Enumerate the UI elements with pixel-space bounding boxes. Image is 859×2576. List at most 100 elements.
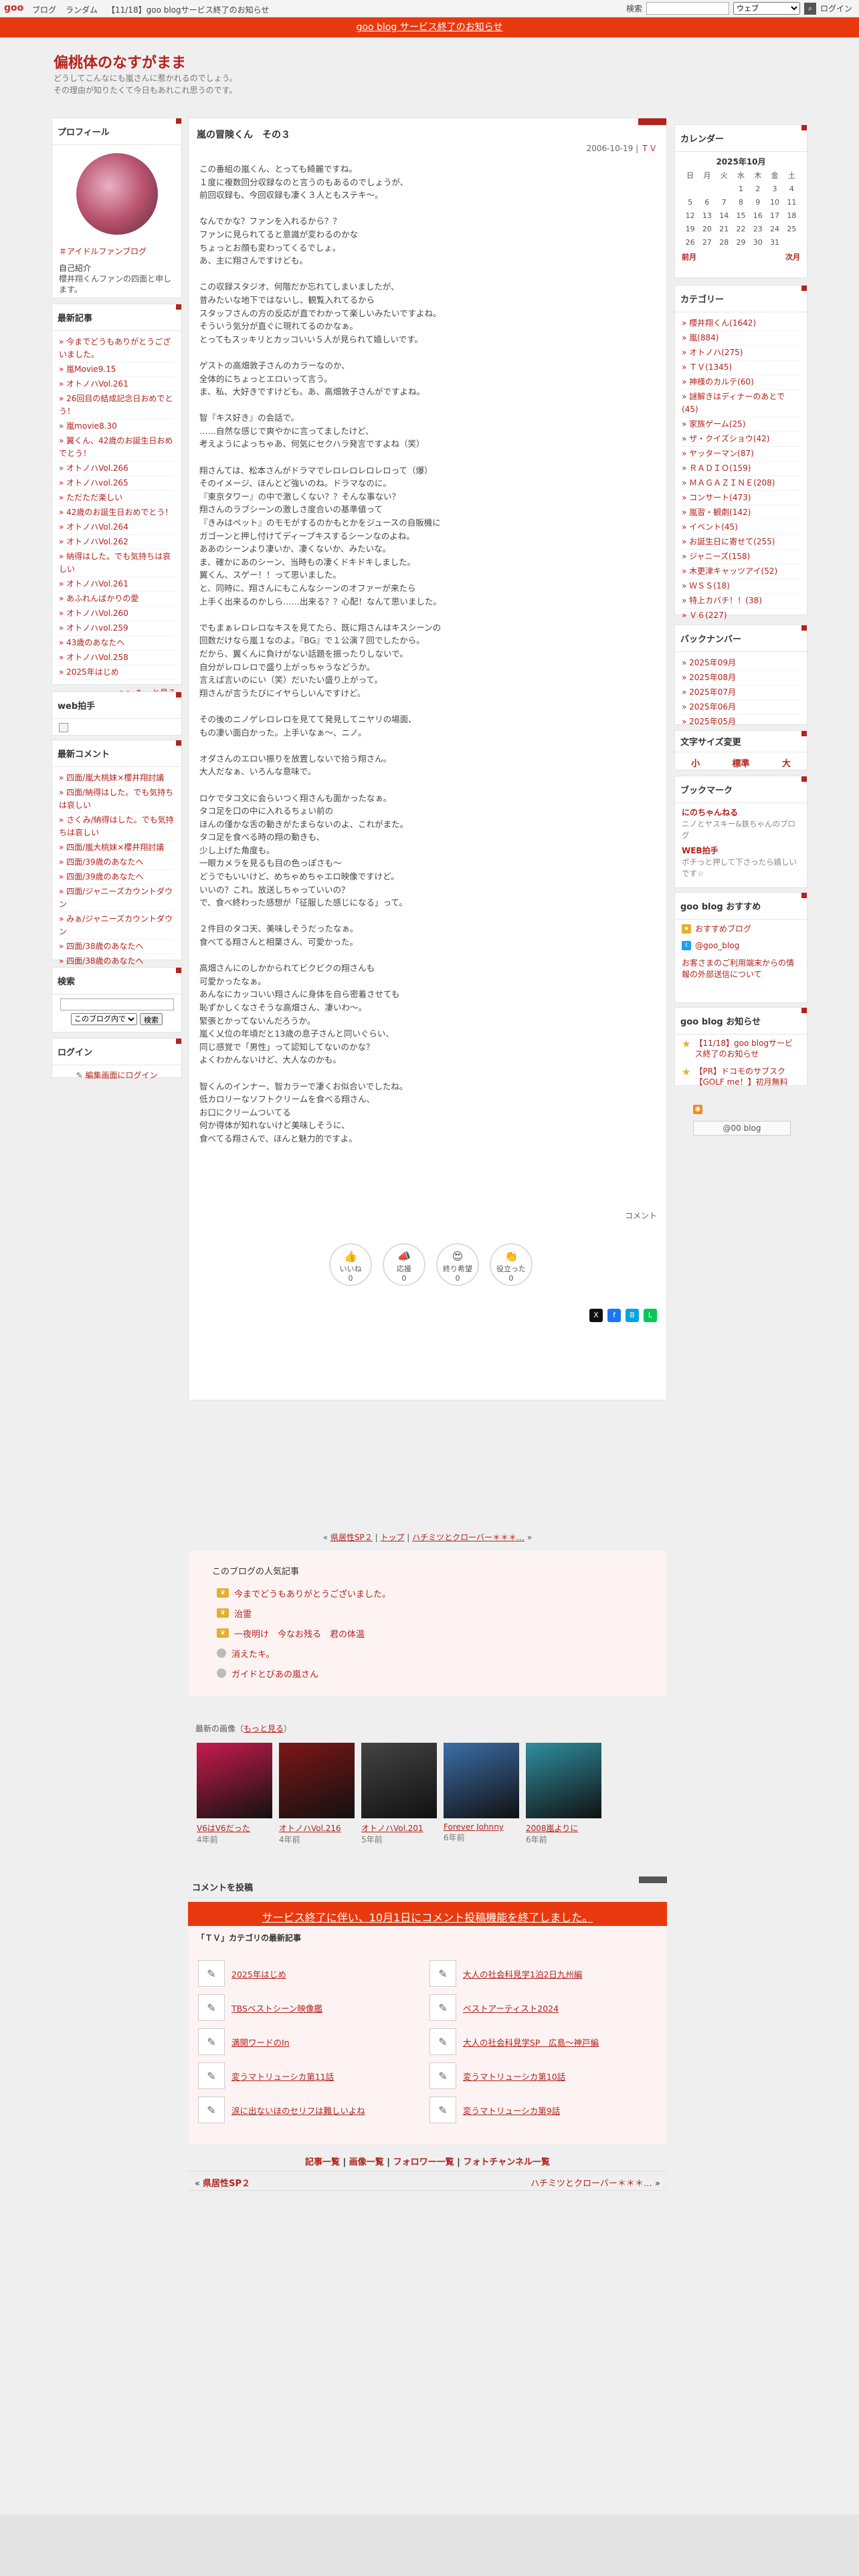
recommend-blog-link[interactable]: おすすめブログ (695, 923, 751, 934)
category-recent-link[interactable]: ベストアーティスト2024 (463, 2002, 559, 2014)
profile-tag-link[interactable]: ＃アイドルファンブログ (59, 245, 175, 257)
popular-link[interactable]: 治霊 (234, 1607, 252, 1620)
all-posts-link[interactable]: 記事一覧 (305, 2157, 340, 2167)
image-thumb[interactable]: V6はV6だった 4年前 (197, 1743, 272, 1845)
category-link[interactable]: コンサート(473) (682, 493, 751, 502)
recent-post-link[interactable]: 26回目の結成記念日おめでとう！ (59, 394, 173, 416)
image-thumb[interactable]: オトノハVol.201 5年前 (361, 1743, 437, 1845)
more-images-link[interactable]: もっと見る (244, 1724, 284, 1733)
thumbnail-image[interactable] (197, 1743, 272, 1818)
category-link[interactable]: 神様のカルテ(60) (682, 377, 754, 387)
recent-post-link[interactable]: オトノハVol.266 (59, 463, 128, 473)
category-link[interactable]: ザ・クイズショウ(42) (682, 434, 769, 443)
x-share-icon[interactable]: X (589, 1309, 603, 1322)
category-link[interactable]: 櫻井翔くん(1642) (682, 318, 756, 328)
recent-post-link[interactable]: オトノハVol.261 (59, 579, 128, 588)
category-link[interactable]: ヤッターマン(87) (682, 449, 754, 458)
goo-blog-footer-logo[interactable]: @00 blog (693, 1121, 791, 1136)
reaction-like[interactable]: 👍 いいね 0 (329, 1243, 372, 1286)
prev-entry-link[interactable]: 県居性SP２ (330, 1533, 373, 1542)
recent-post-link[interactable]: オトノハVol.260 (59, 609, 128, 618)
entry-title[interactable]: 嵐の冒険くん その３ (197, 128, 290, 141)
recent-post-link[interactable]: オトノハVol.261 (59, 379, 128, 389)
category-link[interactable]: オトノハ(275) (682, 348, 743, 357)
category-link[interactable]: ＴＶ(1345) (682, 362, 732, 372)
webclap-image-icon[interactable] (59, 723, 68, 732)
backnumber-link[interactable]: 2025年07月 (682, 687, 736, 697)
recent-comment-link[interactable]: 四面/38歳のあなたへ (59, 942, 143, 951)
recent-post-link[interactable]: オトノハVol.264 (59, 522, 128, 532)
recent-comment-link[interactable]: 四面/39歳のあなたへ (59, 857, 143, 867)
popular-link[interactable]: 消えたキ。 (231, 1647, 274, 1660)
font-large-button[interactable]: 大 (782, 756, 791, 769)
recent-post-link[interactable]: 嵐Movie9.15 (59, 364, 116, 374)
all-images-link[interactable]: 画像一覧 (349, 2157, 384, 2167)
thumbnail-image[interactable] (526, 1743, 601, 1818)
recent-comment-link[interactable]: さくみ/納得はした。でも気持ちは哀しい (59, 815, 174, 837)
bottom-next-link[interactable]: ハチミツとクローバー＊＊＊… (531, 2179, 652, 2189)
thumbnail-title[interactable]: 2008嵐よりに (526, 1822, 601, 1834)
news-pr-link[interactable]: 【PR】ドコモのサブスク【GOLF me！】初月無料 (694, 1066, 800, 1087)
bookmark-webclap-link[interactable]: WEB拍手 (682, 845, 800, 857)
reaction-helpful[interactable]: 👏 役立った 0 (490, 1243, 533, 1286)
recent-post-link[interactable]: 納得はした。でも気持ちは哀しい (59, 552, 171, 574)
blog-title[interactable]: 偏桃体のなすがまま (54, 51, 186, 72)
backnumber-link[interactable]: 2025年05月 (682, 717, 736, 726)
recent-post-link[interactable]: 翼くん、42歳のお誕生日おめでとう！ (59, 436, 173, 458)
category-link[interactable]: 謎解きはディナーのあとで(45) (682, 392, 785, 414)
recent-post-link[interactable]: 嵐movie8.30 (59, 421, 117, 431)
search-icon[interactable]: ⌕ (803, 2, 816, 15)
recent-post-link[interactable]: ただただ楽しい (59, 493, 122, 502)
recent-comment-link[interactable]: 四面/38歳のあなたへ (59, 956, 143, 966)
recent-post-link[interactable]: 42歳のお誕生日おめでとう！ (59, 508, 173, 517)
thumbnail-title[interactable]: オトノハVol.216 (279, 1822, 355, 1834)
category-link[interactable]: 特上カバチ！！(38) (682, 596, 762, 605)
recent-comment-link[interactable]: 四面/39歳のあなたへ (59, 872, 143, 881)
admin-login-link[interactable]: 編集画面にログイン (85, 1071, 157, 1080)
image-thumb[interactable]: 2008嵐よりに 6年前 (526, 1743, 601, 1845)
recent-comment-link[interactable]: 四面/ジャニーズカウントダウン (59, 887, 173, 909)
category-link[interactable]: 家族ゲーム(25) (682, 419, 745, 429)
entry-category-link[interactable]: ＴＶ (641, 144, 657, 153)
category-link[interactable]: Ｖ６(227) (682, 611, 727, 620)
thumbnail-title[interactable]: Forever Johnny (444, 1822, 519, 1832)
recent-comment-link[interactable]: 四面/納得はした。でも気持ちは哀しい (59, 788, 173, 810)
category-recent-link[interactable]: 涙に出ないほのセリフは難しいよね (231, 2104, 365, 2117)
recent-post-link[interactable]: オトノハVol.262 (59, 537, 128, 546)
next-entry-link[interactable]: ハチミツとクローバー＊＊＊… (412, 1533, 524, 1542)
font-standard-button[interactable]: 標準 (732, 756, 749, 769)
category-recent-link[interactable]: 大人の社会科見学SP 広島〜神戸編 (463, 2036, 599, 2048)
rss-icon[interactable]: ◉ (693, 1105, 702, 1114)
category-recent-link[interactable]: 変うマトリューシカ第9話 (463, 2104, 560, 2117)
category-link[interactable]: ＲＡＤＩＯ(159) (682, 463, 751, 473)
category-link[interactable]: 嵐習・観劇(142) (682, 508, 751, 517)
category-link[interactable]: イベント(45) (682, 522, 738, 532)
image-thumb[interactable]: オトノハVol.216 4年前 (279, 1743, 355, 1845)
line-share-icon[interactable]: L (644, 1309, 657, 1322)
image-thumb[interactable]: Forever Johnny 6年前 (444, 1743, 519, 1845)
reaction-cheer[interactable]: 📣 応援 0 (383, 1243, 425, 1286)
category-link[interactable]: 嵐(884) (682, 333, 719, 342)
hatena-share-icon[interactable]: B (626, 1309, 639, 1322)
backnumber-link[interactable]: 2025年06月 (682, 702, 736, 712)
category-recent-link[interactable]: 大人の社会科見学1泊2日九州編 (463, 1967, 582, 1980)
search-scope-select[interactable]: ウェブ (733, 2, 800, 15)
recent-comment-link[interactable]: 四面/嵐大桃妹×櫻井翔討議 (59, 773, 164, 782)
backnumber-link[interactable]: 2025年09月 (682, 658, 736, 667)
recent-post-link[interactable]: 今までどうもありがとうございました。 (59, 337, 171, 359)
category-link[interactable]: ジャニーズ(158) (682, 552, 750, 561)
backnumber-link[interactable]: 2025年08月 (682, 673, 736, 682)
comment-closed-link[interactable]: サービス終了に伴い、10月1日にコメント投稿機能を終了しました。 (262, 1911, 593, 1924)
facebook-share-icon[interactable]: f (607, 1309, 621, 1322)
nav-random[interactable]: ランダム (66, 4, 98, 15)
news-service-end-link[interactable]: 【11/18】goo blogサービス終了のお知らせ (694, 1038, 800, 1059)
nav-service-end[interactable]: 【11/18】goo blogサービス終了のお知らせ (107, 4, 269, 15)
recent-comment-link[interactable]: みぁ/ジャニーズカウントダウン (59, 914, 173, 936)
goo-logo[interactable]: goo (4, 3, 23, 13)
recent-post-link[interactable]: あふれんばかりの愛 (59, 594, 138, 603)
recent-post-link[interactable]: オトノハvol.259 (59, 623, 128, 633)
blog-search-scope[interactable]: このブログ内で (71, 1013, 137, 1025)
category-link[interactable]: お誕生日に寄せて(255) (682, 537, 775, 546)
nav-blog[interactable]: ブログ (32, 4, 56, 15)
recent-post-link[interactable]: オトノハvol.265 (59, 478, 128, 488)
